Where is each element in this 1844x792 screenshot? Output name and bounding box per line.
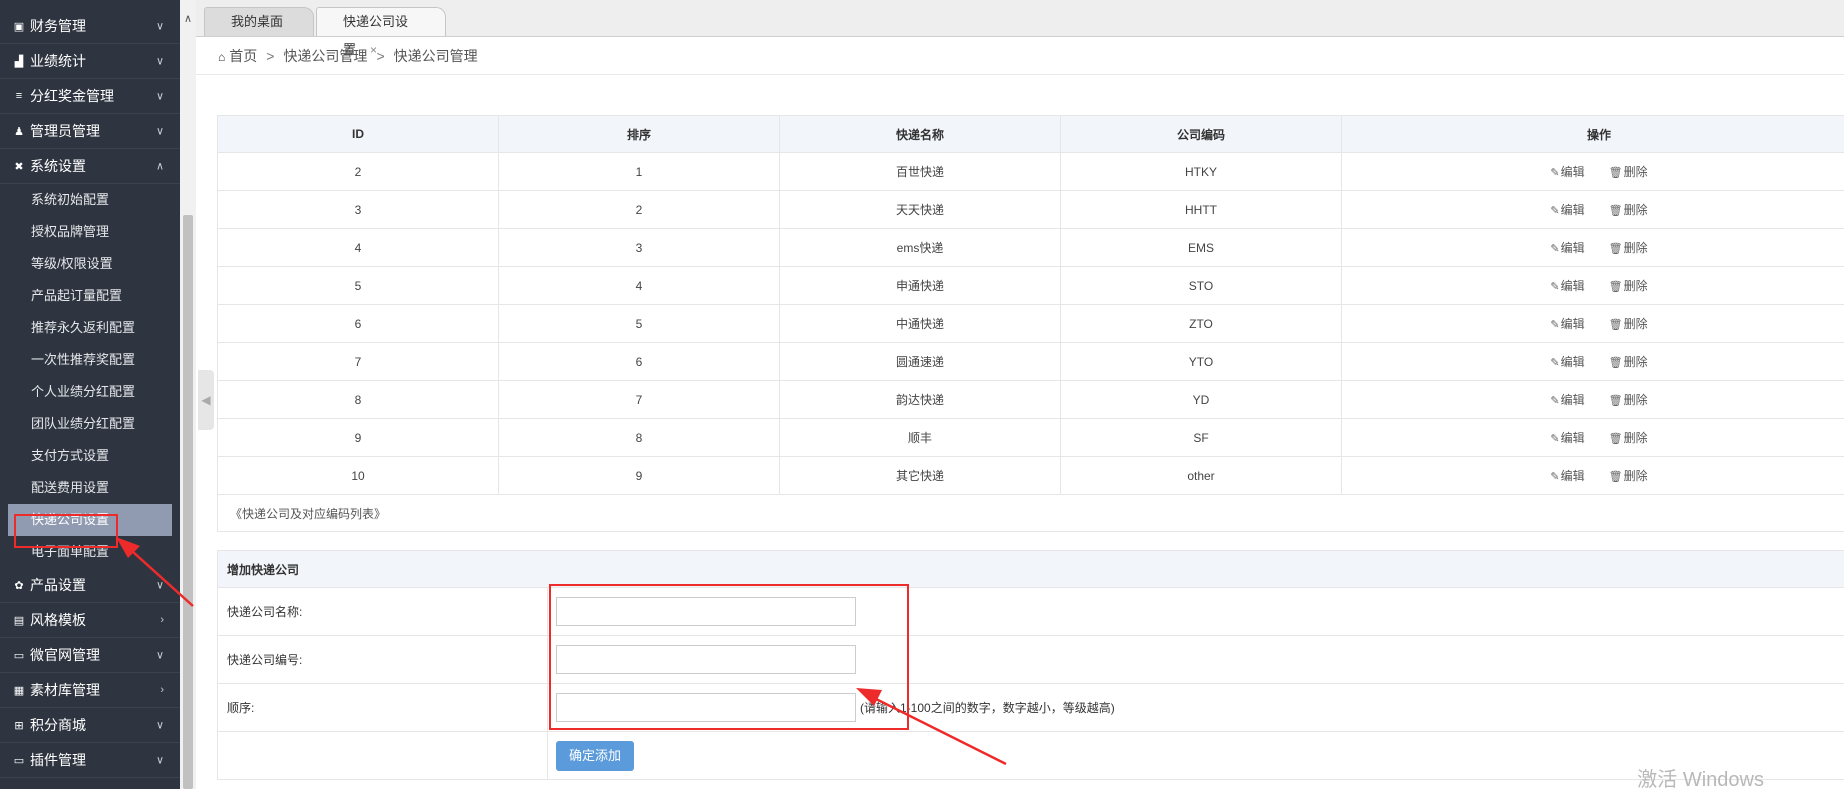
annotation-arrow-menu — [116, 537, 193, 606]
annotation-arrows — [0, 0, 1844, 789]
annotation-arrow-form — [856, 688, 1006, 764]
